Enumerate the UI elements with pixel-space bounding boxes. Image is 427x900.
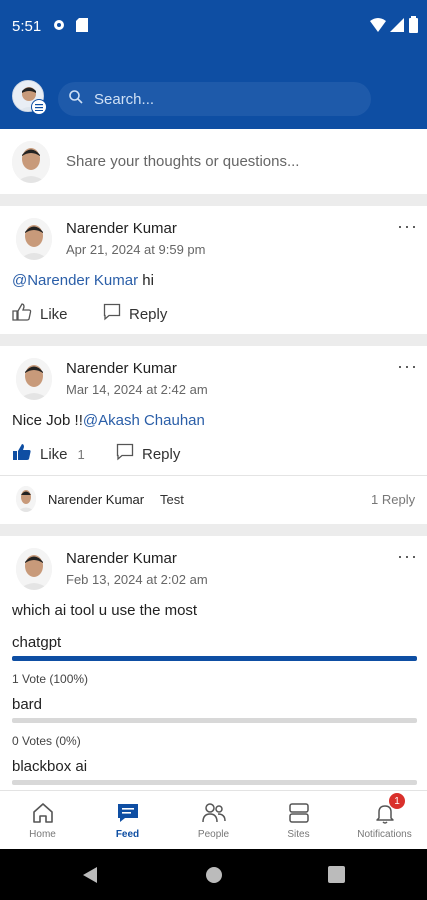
author-name[interactable]: Narender Kumar (66, 550, 177, 567)
post-date: Mar 14, 2024 at 2:42 am (66, 382, 208, 397)
menu-icon[interactable] (31, 99, 47, 115)
post-date: Feb 13, 2024 at 2:02 am (66, 572, 208, 587)
author-avatar[interactable] (16, 548, 52, 590)
author-avatar[interactable] (16, 358, 52, 400)
nav-sites[interactable]: Sites (256, 791, 341, 850)
settings-gear-icon (52, 18, 66, 37)
reply-label: Reply (129, 305, 168, 323)
thumbs-up-icon (12, 303, 40, 325)
poll-option-label: blackbox ai (12, 758, 88, 775)
like-label: Like (40, 305, 68, 323)
mention-link[interactable]: @Narender Kumar (12, 272, 138, 289)
poll-post-card: Narender Kumar Feb 13, 2024 at 2:02 am ·… (0, 536, 427, 790)
like-label: Like (40, 445, 68, 463)
mention-link[interactable]: @Akash Chauhan (83, 412, 205, 429)
reply-author-avatar (16, 486, 36, 512)
reply-author-name: Narender Kumar (48, 492, 145, 507)
author-name[interactable]: Narender Kumar (66, 360, 177, 377)
home-icon (31, 801, 55, 825)
reply-button[interactable]: Reply (103, 303, 167, 325)
system-navigation-bar (0, 849, 427, 900)
poll-question: which ai tool u use the most (12, 602, 198, 619)
poll-option-label: bard (12, 696, 43, 713)
people-icon (201, 801, 227, 825)
feed-chat-icon (116, 801, 140, 825)
reply-preview[interactable]: Narender Kumar Test 1 Reply (0, 476, 427, 524)
home-circle-icon[interactable] (205, 866, 223, 889)
nav-feed[interactable]: Feed (85, 791, 170, 850)
nav-notifications-label: Notifications (357, 829, 412, 840)
post-card: Narender Kumar Mar 14, 2024 at 2:42 am ·… (0, 346, 427, 524)
battery-icon (409, 16, 418, 38)
poll-vote-count: 1 Vote (100%) (12, 672, 89, 686)
more-options-icon[interactable]: ··· (397, 546, 418, 567)
poll-option-label: chatgpt (12, 634, 62, 651)
thumbs-up-filled-icon (12, 443, 40, 465)
poll-option[interactable]: chatgpt 1 Vote (100%) (12, 634, 417, 686)
post-text: hi (138, 272, 154, 289)
poll-progress-bar (12, 718, 417, 723)
comment-icon (103, 303, 129, 325)
recents-icon[interactable] (328, 866, 345, 888)
search-icon (68, 89, 84, 110)
sd-card-icon (76, 18, 88, 37)
nav-notifications[interactable]: 1 Notifications (342, 791, 427, 850)
like-count: 1 (77, 446, 85, 462)
poll-option[interactable]: bard 0 Votes (0%) (12, 696, 417, 748)
poll-progress-bar (12, 780, 417, 785)
status-time: 5:51 (12, 18, 42, 35)
wifi-icon (370, 18, 386, 37)
reply-text: Test (160, 492, 184, 507)
poll-option[interactable]: blackbox ai (12, 758, 417, 788)
back-icon[interactable] (82, 866, 98, 889)
bottom-navigation: Home Feed People Sites 1 Notifications (0, 790, 427, 849)
nav-feed-label: Feed (115, 829, 140, 840)
sites-icon (287, 801, 311, 825)
post-body: @Narender Kumar hi (12, 272, 154, 289)
poll-vote-count: 0 Votes (0%) (12, 734, 81, 748)
post-composer[interactable]: Share your thoughts or questions... (0, 129, 427, 194)
poll-progress-fill (12, 656, 417, 661)
reply-count[interactable]: 1 Reply (371, 492, 415, 507)
search-input[interactable]: Search... (58, 82, 371, 116)
more-options-icon[interactable]: ··· (397, 216, 418, 237)
comment-icon (116, 443, 142, 465)
reply-label: Reply (142, 445, 181, 463)
composer-avatar (12, 141, 50, 183)
author-avatar[interactable] (16, 218, 52, 260)
more-options-icon[interactable]: ··· (397, 356, 418, 377)
post-card: Narender Kumar Apr 21, 2024 at 9:59 pm ·… (0, 206, 427, 334)
signal-icon (390, 18, 404, 37)
nav-sites-label: Sites (287, 829, 310, 840)
composer-placeholder: Share your thoughts or questions... (66, 153, 300, 170)
search-placeholder: Search... (94, 90, 155, 108)
notification-badge: 1 (389, 793, 405, 809)
like-button[interactable]: Like 1 (12, 443, 85, 465)
nav-home[interactable]: Home (0, 791, 85, 850)
post-body: Nice Job !!@Akash Chauhan (12, 412, 205, 429)
nav-people-label: People (197, 829, 230, 840)
nav-home-label: Home (29, 829, 56, 840)
post-text: Nice Job !! (12, 412, 83, 429)
like-button[interactable]: Like (12, 303, 68, 325)
author-name[interactable]: Narender Kumar (66, 220, 177, 237)
status-bar: 5:51 (0, 0, 427, 54)
nav-people[interactable]: People (171, 791, 256, 850)
reply-button[interactable]: Reply (116, 443, 180, 465)
post-date: Apr 21, 2024 at 9:59 pm (66, 242, 206, 257)
poll-progress-bar (12, 656, 417, 661)
